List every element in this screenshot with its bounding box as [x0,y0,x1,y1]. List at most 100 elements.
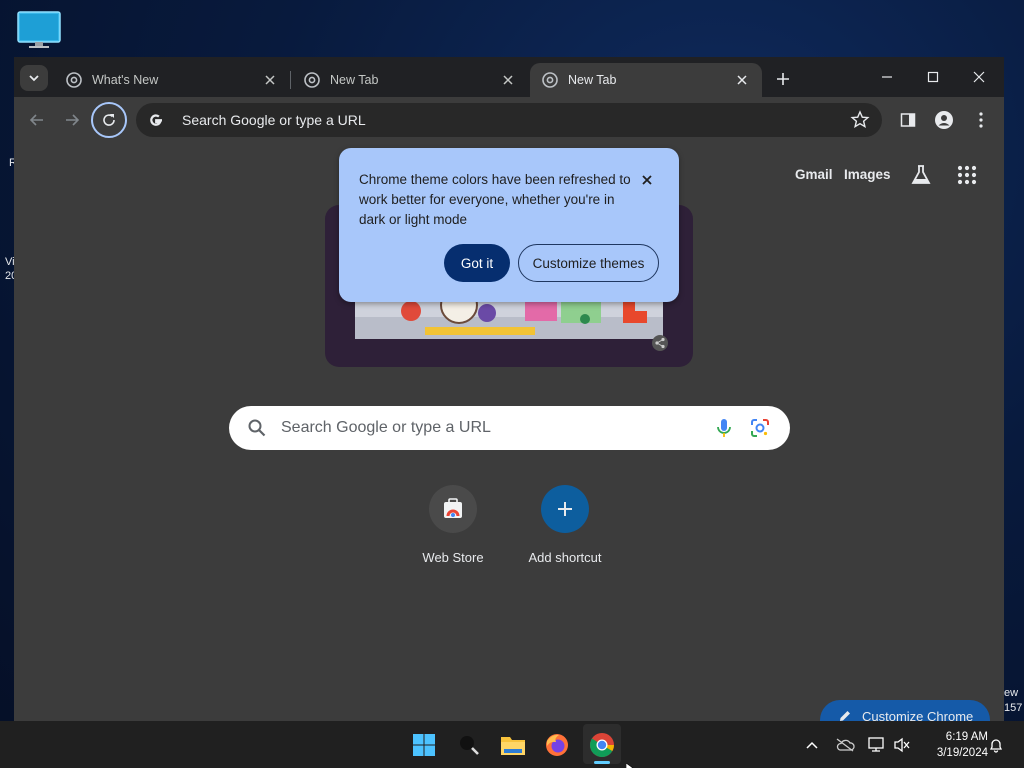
chrome-favicon-icon [66,72,82,88]
plus-icon [541,485,589,533]
web-store-icon [429,485,477,533]
labs-button[interactable] [909,163,933,187]
tab-title: What's New [92,73,159,87]
bookmark-star-icon[interactable] [850,110,870,130]
arrow-right-icon [66,114,80,126]
taskbar-clock[interactable]: 6:19 AM 3/19/2024 [918,729,988,761]
close-icon [265,75,275,85]
onedrive-button[interactable] [834,735,856,755]
shortcut-label: Web Store [422,550,484,565]
window-close-button[interactable] [956,63,1002,91]
new-tab-button[interactable] [771,67,795,91]
start-button[interactable] [409,730,439,760]
notifications-button[interactable] [986,735,1006,755]
back-button[interactable] [22,105,52,135]
tab-title: New Tab [330,73,379,87]
images-link[interactable]: Images [844,167,891,182]
profile-button[interactable] [932,108,956,132]
volume-button[interactable] [892,735,912,755]
ntp-search-placeholder: Search Google or type a URL [281,419,491,436]
shortcut-add[interactable]: Add shortcut [509,485,621,585]
pencil-icon [840,711,850,721]
tab-close-button[interactable] [262,72,278,88]
search-icon [248,419,266,437]
gmail-link[interactable]: Gmail [795,167,833,182]
chevron-up-icon [806,741,818,749]
tab-strip: What's New New Tab New Tab [14,57,1004,97]
reload-icon [103,114,115,126]
close-icon [503,75,513,85]
chrome-taskbar-button[interactable] [587,730,617,760]
theme-refresh-message: Chrome theme colors have been refreshed … [359,172,631,227]
cloud-off-icon [836,738,855,752]
chevron-down-icon [29,75,39,82]
close-icon [737,75,747,85]
customize-chrome-label: Customize Chrome [862,709,974,721]
network-icon [868,737,884,752]
close-icon [973,71,985,83]
search-icon [460,736,479,755]
folder-icon [501,737,525,755]
tab-separator [290,71,291,89]
ntp-search-box[interactable]: Search Google or type a URL [229,406,790,450]
search-button[interactable] [454,730,484,760]
network-button[interactable] [866,735,886,755]
tab-title: New Tab [568,73,617,87]
customize-themes-button[interactable]: Customize themes [518,244,659,282]
menu-button[interactable] [969,108,993,132]
apps-grid-icon [957,165,977,185]
desktop-computer-icon[interactable] [16,10,62,50]
tab-search-button[interactable] [20,65,48,91]
mouse-cursor-icon [625,759,635,768]
reload-button[interactable] [91,102,127,138]
google-g-icon [150,114,162,126]
show-hidden-icons-button[interactable] [802,735,822,755]
clock-time: 6:19 AM [945,731,988,743]
apps-button[interactable] [957,165,979,187]
close-icon [642,175,652,185]
shortcut-label: Add shortcut [528,550,602,565]
file-explorer-button[interactable] [498,730,528,760]
tab-close-button[interactable] [500,72,516,88]
desktop-label-fragment: ew [1004,687,1019,699]
side-panel-button[interactable] [896,108,920,132]
chrome-favicon-icon [304,72,320,88]
microphone-icon[interactable] [712,416,736,440]
bell-icon [989,739,1003,753]
tab-whats-new[interactable]: What's New [54,63,290,97]
minimize-button[interactable] [864,63,910,91]
got-it-button[interactable]: Got it [444,244,510,282]
customize-chrome-button[interactable]: Customize Chrome [820,700,990,721]
side-panel-icon [900,113,916,127]
address-bar[interactable]: Search Google or type a URL [136,103,882,137]
maximize-icon [927,71,939,83]
more-vert-icon [979,112,983,128]
arrow-left-icon [29,114,43,126]
theme-refresh-bubble: Chrome theme colors have been refreshed … [339,148,679,302]
tab-new-tab[interactable]: New Tab [292,63,528,97]
chrome-favicon-icon [542,72,558,88]
firefox-button[interactable] [542,730,572,760]
tab-new-tab-active[interactable]: New Tab [530,63,762,97]
shortcut-web-store[interactable]: Web Store [397,485,509,585]
windows-logo-icon [413,734,435,756]
forward-button[interactable] [57,105,87,135]
flask-icon [911,165,931,184]
doodle-share-button[interactable] [652,335,668,351]
bubble-close-button[interactable] [637,170,657,190]
google-lens-icon[interactable] [748,416,772,440]
chrome-icon [590,733,614,758]
taskbar-running-indicator [594,761,610,764]
maximize-button[interactable] [910,63,956,91]
share-icon [655,337,665,349]
minimize-icon [882,76,892,78]
tab-close-button[interactable] [734,72,750,88]
address-bar-placeholder: Search Google or type a URL [182,112,366,128]
firefox-icon [546,734,568,756]
profile-avatar-icon [935,111,953,129]
taskbar: 6:19 AM 3/19/2024 [0,721,1024,768]
toolbar: Search Google or type a URL [14,97,1004,143]
volume-muted-icon [894,737,910,753]
clock-date: 3/19/2024 [936,747,988,759]
plus-icon [777,73,789,85]
